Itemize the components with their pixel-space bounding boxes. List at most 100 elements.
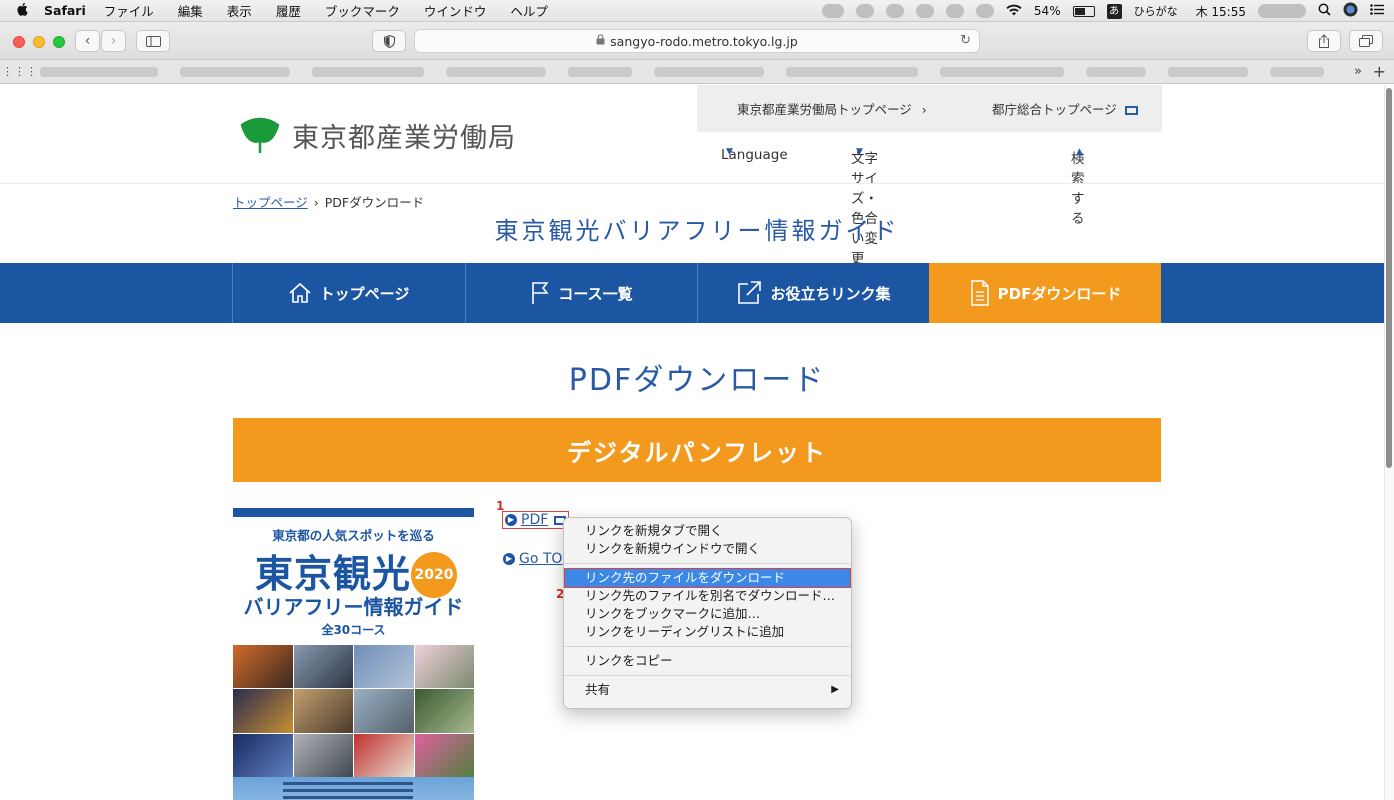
apple-icon[interactable] bbox=[0, 2, 44, 20]
siri-icon[interactable] bbox=[1343, 2, 1358, 20]
menu-download-linked-file[interactable]: リンク先のファイルをダウンロード bbox=[564, 568, 851, 588]
reload-icon[interactable]: ↻ bbox=[960, 33, 971, 48]
bureau-top-link-label: 東京都産業労働局トップページ bbox=[737, 102, 912, 117]
bureau-top-link[interactable]: 東京都産業労働局トップページ › bbox=[737, 99, 927, 118]
pdf-download-link[interactable]: ▶ PDF bbox=[501, 511, 570, 529]
favorite-item-blurred[interactable] bbox=[40, 66, 158, 77]
favorite-item-blurred[interactable] bbox=[568, 66, 632, 77]
menu-open-in-new-tab[interactable]: リンクを新規タブで開く bbox=[564, 522, 851, 540]
web-page: 東京都産業労働局 東京都産業労働局トップページ › 都庁総合トップページ Lang… bbox=[0, 85, 1384, 800]
nav-course-list[interactable]: コース一覧 bbox=[465, 263, 697, 323]
close-window-button[interactable] bbox=[13, 36, 25, 48]
logo-text: 東京都産業労働局 bbox=[292, 122, 516, 154]
favorite-item-blurred[interactable] bbox=[312, 66, 424, 77]
battery-percent[interactable]: 54% bbox=[1034, 4, 1061, 18]
address-bar[interactable]: sangyo-rodo.metro.tokyo.lg.jp ↻ bbox=[414, 29, 980, 53]
menu-bookmarks[interactable]: ブックマーク bbox=[325, 1, 400, 20]
status-icon-blurred[interactable] bbox=[855, 4, 874, 18]
arrow-circle-icon: ▶ bbox=[503, 553, 515, 565]
menu-edit[interactable]: 編集 bbox=[178, 1, 203, 20]
document-icon bbox=[970, 280, 989, 306]
pamphlet-cover-image[interactable]: 東京都の人気スポットを巡る 東京観光 2020 バリアフリー情報ガイド 全30コ… bbox=[233, 508, 474, 800]
privacy-report-button[interactable] bbox=[372, 30, 406, 52]
cover-body-text bbox=[283, 782, 413, 800]
wifi-icon[interactable] bbox=[1006, 4, 1022, 19]
menu-share[interactable]: 共有 ▶ bbox=[564, 681, 851, 699]
page-heading: PDFダウンロード bbox=[568, 363, 826, 398]
favorite-item-blurred[interactable] bbox=[786, 66, 918, 77]
notification-center-icon[interactable] bbox=[1370, 4, 1384, 18]
tabs-icon bbox=[1359, 35, 1373, 47]
cover-course-count: 全30コース bbox=[321, 623, 386, 637]
main-nav: トップページ コース一覧 お役立ちリンク集 PDFダウンロード bbox=[0, 263, 1384, 323]
favorite-item-blurred[interactable] bbox=[180, 66, 290, 77]
site-logo[interactable]: 東京都産業労働局 bbox=[240, 115, 516, 155]
spotlight-search-icon[interactable] bbox=[1318, 3, 1331, 19]
nav-top-page-label: トップページ bbox=[319, 284, 410, 303]
favorites-grid-icon[interactable]: ⋮⋮⋮ bbox=[0, 65, 40, 78]
caret-down-icon: ▼ bbox=[856, 147, 863, 157]
nav-useful-links[interactable]: お役立ちリンク集 bbox=[697, 263, 929, 323]
favorites-bar: ⋮⋮⋮ » + bbox=[0, 60, 1394, 84]
favorite-item-blurred[interactable] bbox=[1086, 66, 1146, 77]
external-link-icon bbox=[738, 281, 762, 304]
sidebar-icon bbox=[145, 35, 161, 47]
menu-app-name[interactable]: Safari bbox=[44, 3, 86, 18]
battery-icon[interactable] bbox=[1072, 5, 1095, 17]
menubar-clock[interactable]: 木 15:55 bbox=[1196, 3, 1246, 20]
status-icon-blurred[interactable] bbox=[821, 4, 844, 18]
menu-add-link-to-reading-list[interactable]: リンクをリーディングリストに追加 bbox=[564, 623, 851, 641]
favorite-item-blurred[interactable] bbox=[654, 66, 764, 77]
url-text: sangyo-rodo.metro.tokyo.lg.jp bbox=[610, 33, 798, 49]
sidebar-button[interactable] bbox=[136, 30, 170, 52]
new-tab-plus-icon[interactable]: + bbox=[1373, 62, 1386, 81]
forward-button[interactable]: › bbox=[101, 30, 126, 52]
minimize-window-button[interactable] bbox=[33, 36, 45, 48]
chevron-left-icon: ‹ bbox=[84, 33, 91, 49]
menu-separator bbox=[564, 646, 851, 647]
menu-file[interactable]: ファイル bbox=[104, 1, 154, 20]
status-icon-blurred[interactable] bbox=[945, 4, 964, 18]
tab-overview-button[interactable] bbox=[1349, 30, 1383, 52]
favorite-item-blurred[interactable] bbox=[1168, 66, 1248, 77]
menu-history[interactable]: 履歴 bbox=[276, 1, 301, 20]
back-button[interactable]: ‹ bbox=[75, 30, 100, 52]
nav-top-page[interactable]: トップページ bbox=[232, 263, 464, 323]
share-button[interactable] bbox=[1307, 30, 1341, 52]
header-top-links: 東京都産業労働局トップページ › 都庁総合トップページ bbox=[697, 85, 1162, 132]
link-context-menu: リンクを新規タブで開く リンクを新規ウインドウで開く リンク先のファイルをダウン… bbox=[563, 517, 852, 709]
arrow-circle-icon: ▶ bbox=[505, 514, 517, 526]
nav-pdf-download[interactable]: PDFダウンロード bbox=[929, 263, 1161, 323]
cover-title: 東京観光 bbox=[255, 552, 412, 596]
header-divider bbox=[0, 183, 1384, 184]
metro-top-link[interactable]: 都庁総合トップページ bbox=[992, 99, 1138, 118]
menu-add-link-to-bookmarks[interactable]: リンクをブックマークに追加… bbox=[564, 605, 851, 623]
flag-icon bbox=[532, 282, 550, 304]
browser-toolbar: ‹ › sangyo-rodo.metro.tokyo.lg.jp ↻ bbox=[0, 22, 1394, 60]
menu-copy-link[interactable]: リンクをコピー bbox=[564, 652, 851, 670]
favorite-item-blurred[interactable] bbox=[1270, 66, 1324, 77]
breadcrumb-home-link[interactable]: トップページ bbox=[233, 195, 308, 210]
status-icon-blurred[interactable] bbox=[885, 4, 904, 18]
menu-view[interactable]: 表示 bbox=[227, 1, 252, 20]
user-name-blurred[interactable] bbox=[1258, 4, 1306, 18]
page-scrollbar-thumb[interactable] bbox=[1386, 88, 1392, 468]
section-title-bar: デジタルパンフレット bbox=[233, 418, 1161, 482]
lock-icon bbox=[596, 34, 605, 48]
menu-download-linked-file-as[interactable]: リンク先のファイルを別名でダウンロード… bbox=[564, 587, 851, 605]
menu-open-in-new-window[interactable]: リンクを新規ウインドウで開く bbox=[564, 540, 851, 558]
goto-link[interactable]: ▶ Go TO bbox=[503, 551, 562, 567]
cover-subtitle: 東京都の人気スポットを巡る bbox=[272, 528, 435, 543]
zoom-window-button[interactable] bbox=[53, 36, 65, 48]
menu-window[interactable]: ウインドウ bbox=[424, 1, 487, 20]
menubar-status-area: 54% あ ひらがな 木 15:55 bbox=[821, 0, 1384, 22]
input-method-icon[interactable]: あ bbox=[1106, 3, 1122, 19]
favorite-item-blurred[interactable] bbox=[446, 66, 546, 77]
input-method-label[interactable]: ひらがな bbox=[1134, 3, 1178, 19]
status-icon-blurred[interactable] bbox=[975, 4, 994, 18]
favorite-item-blurred[interactable] bbox=[940, 66, 1064, 77]
menu-help[interactable]: ヘルプ bbox=[510, 1, 548, 20]
favorites-overflow-icon[interactable]: » bbox=[1354, 64, 1362, 79]
status-icon-blurred[interactable] bbox=[915, 4, 934, 18]
caret-down-icon: ▼ bbox=[726, 147, 733, 157]
